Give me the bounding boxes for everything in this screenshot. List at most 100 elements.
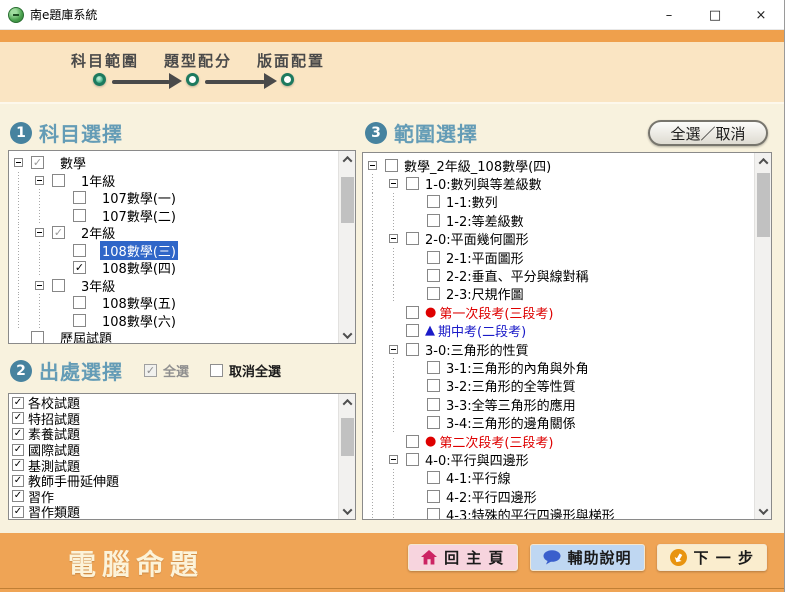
deselect-all-checkbox[interactable] — [210, 364, 224, 377]
tree-checkbox[interactable] — [385, 158, 398, 172]
tree-checkbox[interactable] — [52, 278, 65, 292]
tree-label[interactable]: 1-0:數列與等差級數 — [423, 174, 544, 193]
list-item-checkbox[interactable]: ✓ — [12, 427, 24, 440]
tree-label[interactable]: 4-3:特殊的平行四邊形與梯形 — [444, 505, 617, 519]
tree-label[interactable]: 3-4:三角形的邊角關係 — [444, 413, 578, 432]
step-label[interactable]: 科目範圍 — [71, 50, 139, 71]
tree-checkbox[interactable] — [427, 195, 440, 209]
tree-row[interactable]: 108數學(五) — [14, 294, 353, 312]
tree-checkbox[interactable] — [31, 331, 44, 343]
tree-label[interactable]: 107數學(二) — [100, 206, 178, 225]
step-dot[interactable] — [93, 73, 106, 86]
tree-label[interactable]: 期中考(二段考) — [436, 321, 528, 340]
scrollbar-down-button[interactable] — [339, 327, 355, 343]
tree-checkbox[interactable] — [52, 173, 65, 187]
tree-checkbox[interactable] — [427, 250, 440, 264]
minimize-button[interactable]: – — [646, 0, 692, 30]
tree-checkbox[interactable] — [73, 208, 86, 222]
list-item[interactable]: ✓ 教師手冊延伸題 — [11, 473, 355, 490]
tree-label[interactable]: 108數學(三) — [100, 240, 178, 260]
tree-label[interactable]: 107數學(一) — [100, 188, 178, 207]
tree-row[interactable]: 數學_2年級_108數學(四) — [368, 156, 769, 175]
scrollbar-down-button[interactable] — [755, 503, 771, 519]
tree-checkbox[interactable] — [427, 287, 440, 301]
close-button[interactable]: × — [738, 0, 784, 30]
tree-row[interactable]: ✓ 108數學(四) — [14, 259, 353, 277]
tree-row[interactable]: 2-0:平面幾何圖形 — [368, 229, 769, 249]
tree-label[interactable]: 108數學(四) — [100, 258, 178, 277]
tree-label[interactable]: 第一次段考(三段考) — [437, 303, 555, 322]
tree-row[interactable]: 歷屆試題 — [14, 329, 353, 343]
tree-checkbox[interactable] — [73, 243, 86, 257]
tree-checkbox[interactable] — [406, 232, 419, 246]
scrollbar[interactable] — [754, 153, 771, 519]
tree-checkbox[interactable] — [427, 489, 440, 503]
tree-row[interactable]: 1-1:數列 — [368, 192, 769, 212]
tree-checkbox[interactable] — [73, 313, 86, 327]
step-dot[interactable] — [186, 73, 199, 86]
tree-label[interactable]: 1-1:數列 — [444, 192, 500, 211]
tree-label[interactable]: 2-1:平面圖形 — [444, 248, 526, 267]
tree-expander-minus[interactable] — [389, 179, 398, 189]
tree-row[interactable]: 4-0:平行與四邊形 — [368, 450, 769, 470]
tree-checkbox[interactable] — [427, 397, 440, 411]
maximize-button[interactable]: □ — [692, 0, 738, 30]
tree-label[interactable]: 1年級 — [79, 171, 117, 190]
scrollbar-up-button[interactable] — [339, 151, 355, 167]
tree-row[interactable]: ▲ 期中考(二段考) — [368, 321, 769, 341]
scrollbar-thumb[interactable] — [341, 418, 354, 456]
tree-label[interactable]: 3-1:三角形的內角與外角 — [444, 358, 591, 377]
tree-label[interactable]: 108數學(五) — [100, 293, 178, 312]
tree-checkbox[interactable] — [427, 471, 440, 485]
tree-row[interactable]: 2-1:平面圖形 — [368, 247, 769, 267]
tree-row[interactable]: 107數學(一) — [14, 189, 353, 207]
tree-label[interactable]: 2-0:平面幾何圖形 — [423, 229, 531, 248]
tree-row[interactable]: 3-2:三角形的全等性質 — [368, 376, 769, 396]
tree-label[interactable]: 108數學(六) — [100, 311, 178, 330]
tree-label[interactable]: 3-3:全等三角形的應用 — [444, 395, 578, 414]
tree-label[interactable]: 數學_2年級_108數學(四) — [402, 156, 553, 175]
tree-checkbox[interactable] — [406, 177, 419, 191]
tree-expander-minus[interactable] — [35, 280, 44, 290]
tree-row[interactable]: 3-4:三角形的邊角關係 — [368, 413, 769, 433]
tree-checkbox[interactable]: ✓ — [52, 226, 65, 240]
list-item-checkbox[interactable]: ✓ — [12, 459, 24, 472]
scrollbar-thumb[interactable] — [341, 177, 354, 223]
tree-row[interactable]: 108數學(六) — [14, 311, 353, 330]
scrollbar-down-button[interactable] — [339, 503, 355, 519]
tree-row[interactable]: ● 第二次段考(三段考) — [368, 431, 769, 451]
tree-row[interactable]: 3-0:三角形的性質 — [368, 339, 769, 359]
tree-row[interactable]: 4-2:平行四邊形 — [368, 487, 769, 506]
tree-expander-minus[interactable] — [14, 158, 23, 168]
tree-row[interactable]: 1年級 — [14, 171, 353, 190]
tree-checkbox[interactable]: ✓ — [31, 156, 44, 170]
tree-row[interactable]: 108數學(三) — [14, 240, 353, 260]
list-item[interactable]: ✓ 習作類題 — [11, 504, 355, 519]
tree-label[interactable]: 3-0:三角形的性質 — [423, 340, 531, 359]
tree-checkbox[interactable] — [73, 296, 86, 310]
tree-label[interactable]: 4-1:平行線 — [444, 468, 513, 487]
tree-row[interactable]: ✓ 數學 — [14, 154, 353, 172]
tree-label[interactable]: 第二次段考(三段考) — [437, 432, 555, 451]
scrollbar[interactable] — [338, 151, 355, 343]
tree-label[interactable]: 2-2:垂直、平分與線對稱 — [444, 266, 591, 285]
scrollbar-up-button[interactable] — [755, 153, 771, 169]
tree-checkbox[interactable] — [427, 416, 440, 430]
tree-checkbox[interactable] — [406, 452, 419, 466]
tree-label[interactable]: 數學 — [58, 153, 88, 172]
tree-checkbox[interactable] — [406, 434, 419, 448]
tree-checkbox[interactable] — [406, 324, 419, 338]
tree-row[interactable]: 3-1:三角形的內角與外角 — [368, 358, 769, 378]
tree-row[interactable]: ● 第一次段考(三段考) — [368, 303, 769, 322]
tree-label[interactable]: 3-2:三角形的全等性質 — [444, 376, 578, 395]
list-item-checkbox[interactable]: ✓ — [12, 396, 24, 409]
tree-row[interactable]: 1-0:數列與等差級數 — [368, 174, 769, 194]
tree-row[interactable]: 4-1:平行線 — [368, 468, 769, 488]
tree-checkbox[interactable] — [427, 360, 440, 374]
tree-checkbox[interactable] — [73, 191, 86, 205]
tree-label[interactable]: 1-2:等差級數 — [444, 211, 526, 230]
scrollbar[interactable] — [338, 394, 355, 519]
list-item-checkbox[interactable]: ✓ — [12, 505, 24, 518]
list-item-checkbox[interactable]: ✓ — [12, 443, 24, 456]
tree-expander-minus[interactable] — [368, 160, 377, 170]
